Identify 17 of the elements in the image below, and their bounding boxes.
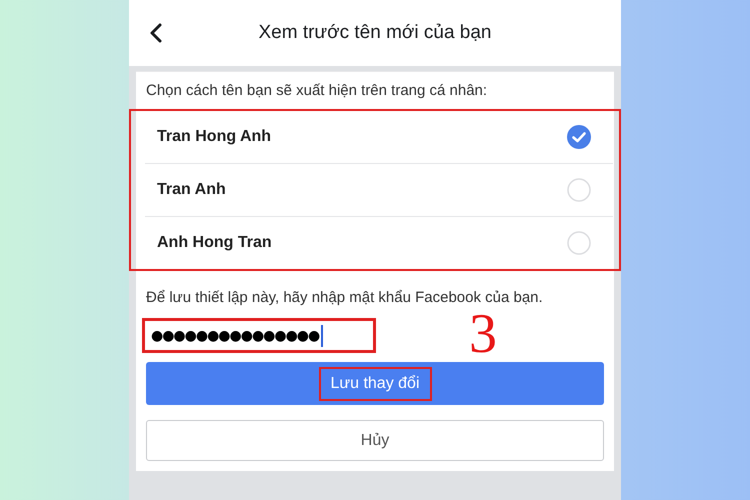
step-number: 3 [469, 312, 497, 358]
option-label: Tran Anh [157, 181, 226, 200]
radio-icon[interactable] [567, 231, 591, 256]
page-title: Xem trước tên mới của bạn [258, 22, 492, 44]
prompt-text: Chọn cách tên bạn sẽ xuất hiện trên trang cá nhân: [145, 82, 488, 101]
save-button[interactable]: Lưu thay đổi [146, 362, 604, 406]
name-option[interactable]: Tran Hong Anh [145, 111, 613, 164]
option-label: Anh Hong Tran [157, 234, 272, 252]
checked-radio-icon[interactable] [567, 125, 591, 150]
password-prompt: Để lưu thiết lập này, hãy nhập mật khẩu Facebook của bạn. [145, 288, 544, 308]
radio-icon[interactable] [567, 178, 591, 202]
option-label: Tran Hong Anh [157, 128, 272, 146]
name-option[interactable]: Tran Anh [145, 164, 613, 218]
cancel-button[interactable]: Hủy [146, 420, 604, 461]
back-icon[interactable] [149, 23, 163, 43]
name-option[interactable]: Anh Hong Tran [145, 217, 613, 270]
password-field[interactable]: ●●●●●●●●●●●●●●● [142, 318, 376, 354]
